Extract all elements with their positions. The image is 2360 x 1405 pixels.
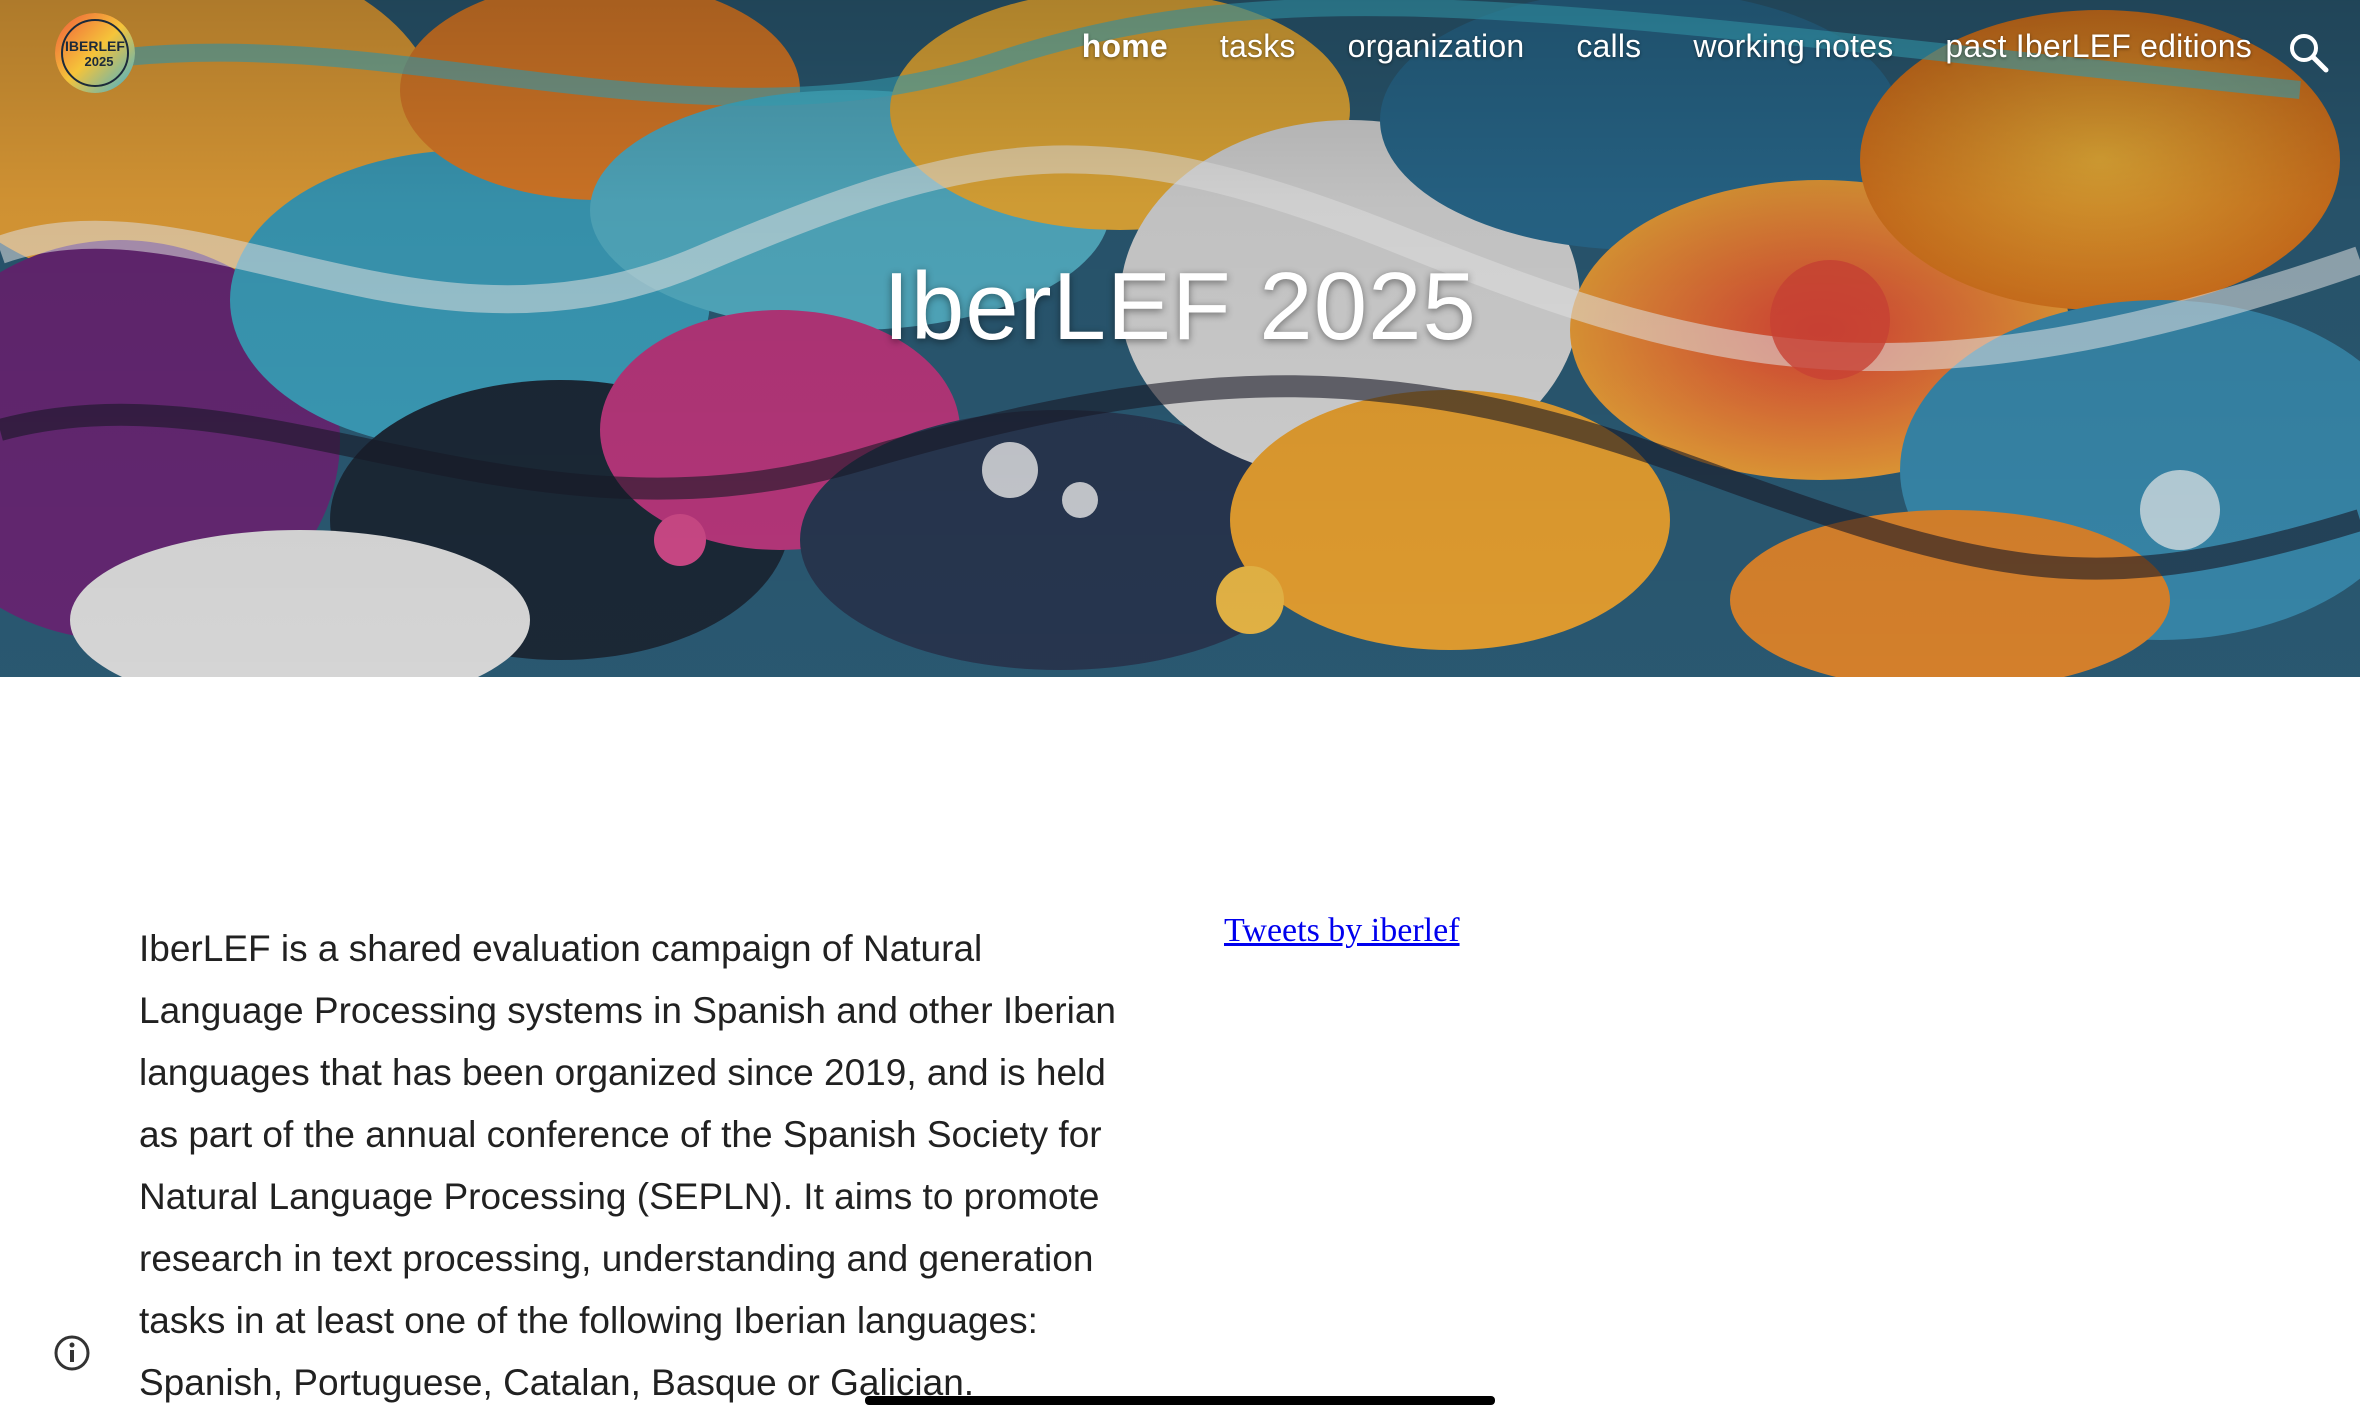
page: IBERLEF 2025 home tasks organization cal… (0, 0, 2360, 1405)
page-title: IberLEF 2025 (883, 253, 1477, 360)
nav-item-working-notes[interactable]: working notes (1693, 28, 1893, 65)
hero-banner: IBERLEF 2025 home tasks organization cal… (0, 0, 2360, 677)
main-navigation: home tasks organization calls working no… (1082, 28, 2252, 65)
horizontal-scrollbar[interactable] (865, 1396, 1495, 1405)
intro-paragraph: IberLEF is a shared evaluation campaign … (139, 928, 1116, 1403)
nav-item-home[interactable]: home (1082, 28, 1168, 65)
iberlef-logo-icon: IBERLEF 2025 (55, 13, 135, 93)
nav-item-organization[interactable]: organization (1348, 28, 1525, 65)
logo-text-bottom: 2025 (85, 54, 114, 69)
info-icon (54, 1335, 90, 1371)
tweets-link[interactable]: Tweets by iberlef (1224, 912, 1460, 950)
nav-item-tasks[interactable]: tasks (1220, 28, 1296, 65)
nav-item-past-editions[interactable]: past IberLEF editions (1945, 28, 2252, 65)
site-info-button[interactable] (52, 1333, 92, 1373)
search-icon (2290, 34, 2329, 73)
site-logo[interactable]: IBERLEF 2025 (55, 13, 135, 93)
nav-item-calls[interactable]: calls (1576, 28, 1641, 65)
logo-text-top: IBERLEF (65, 38, 125, 54)
search-button[interactable] (2286, 30, 2332, 76)
